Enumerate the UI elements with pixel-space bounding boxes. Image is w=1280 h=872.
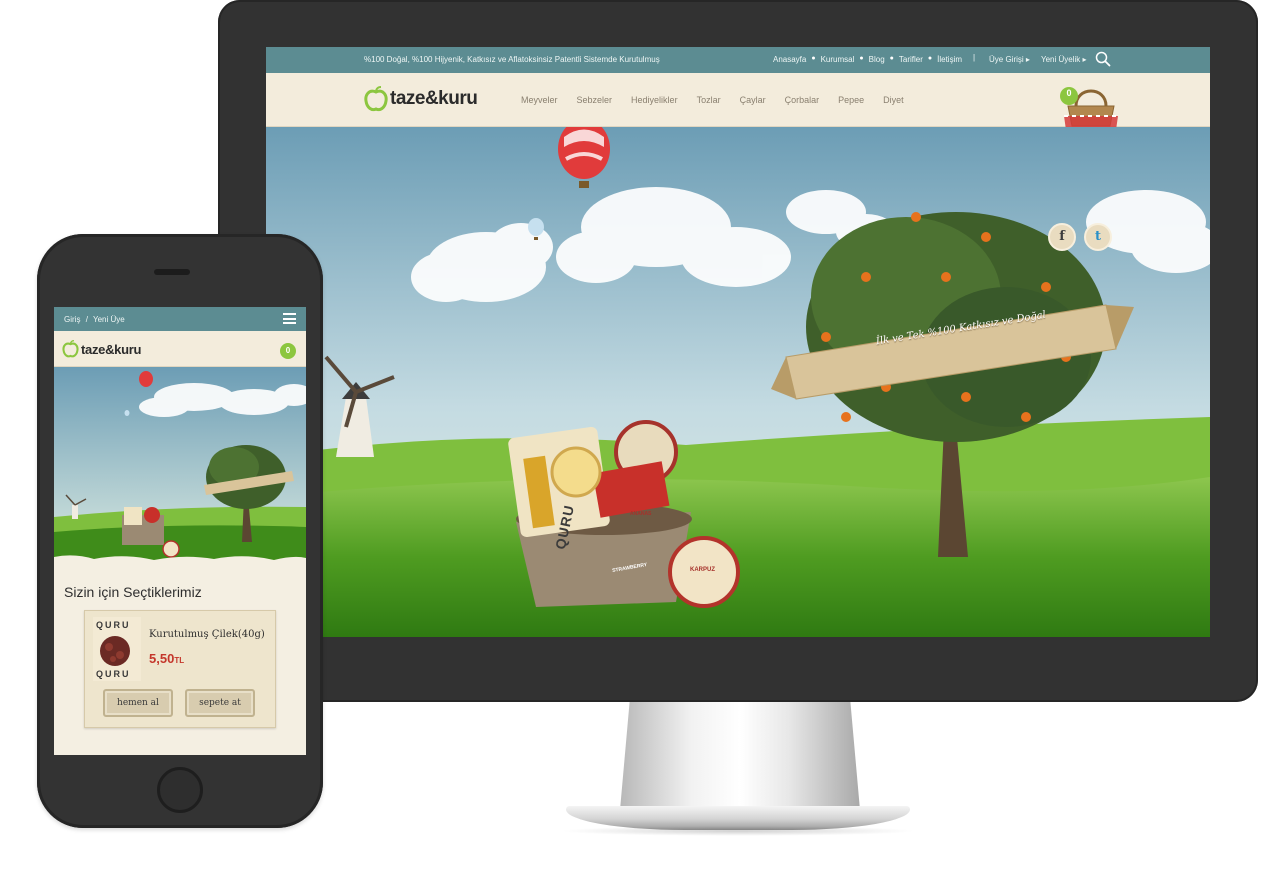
mobile-logo[interactable]: taze&kuru [62,340,141,358]
search-icon[interactable] [1095,51,1111,67]
facebook-button[interactable]: f [1048,223,1076,251]
desktop-header: taze&kuru Meyveler Sebzeler Hediyelikler… [266,73,1210,130]
menu-caylar[interactable]: Çaylar [740,95,766,105]
nav-dot: ● [927,55,933,62]
mobile-cart-count[interactable]: 0 [280,343,296,359]
hero-landscape [266,127,1210,637]
phone-speaker [154,269,190,275]
nav-dot: ● [859,55,864,62]
desktop-screen: %100 Doğal, %100 Hijyenik, Katkısız ve A… [266,47,1210,637]
mobile-screen: Giriş / Yeni Üye taze&kuru 0 Sizin için … [54,307,306,755]
mobile-logo-text: taze&kuru [81,341,142,357]
menu-pepee[interactable]: Pepee [838,95,864,105]
menu-hediyelikler[interactable]: Hediyelikler [631,95,678,105]
hamburger-menu-icon[interactable] [283,313,296,324]
top-nav-kurumsal[interactable]: Kurumsal [821,55,855,64]
logo[interactable]: taze&kuru [364,86,478,112]
menu-tozlar[interactable]: Tozlar [697,95,721,105]
menu-meyveler[interactable]: Meyveler [521,95,558,105]
ananas-label: ANANAS [630,511,652,517]
mobile-hero [54,367,306,565]
mobile-hero-landscape [54,367,306,565]
product-brand-bottom: QURU [96,669,131,679]
cart-count: 0 [1066,88,1072,98]
monitor-shadow [560,826,916,836]
main-menu: Meyveler Sebzeler Hediyelikler Tozlar Ça… [521,95,923,105]
hero-banner: f t İlk ve Tek %100 Katkısız ve Doğal QU… [266,127,1210,637]
top-nav-tarifler[interactable]: Tarifler [899,55,923,64]
product-price-main: 5,50 [149,651,175,666]
mobile-login-links: Giriş / Yeni Üye [64,315,125,324]
tagline: %100 Doğal, %100 Hijyenik, Katkısız ve A… [364,55,660,64]
product-brand-top: QURU [96,620,131,630]
nav-dot: ● [889,55,894,62]
product-name[interactable]: Kurutulmuş Çilek(40g) [149,629,265,640]
desktop-top-bar: %100 Doğal, %100 Hijyenik, Katkısız ve A… [266,47,1210,73]
cart-basket[interactable]: 0 [1058,76,1124,130]
featured-section-title: Sizin için Seçtiklerimiz [64,584,202,600]
mobile-login-separator: / [85,315,88,324]
phone-home-button[interactable] [157,767,203,813]
product-price: 5,50TL [149,651,184,666]
twitter-button[interactable]: t [1084,223,1112,251]
top-nav-anasayfa[interactable]: Anasayfa [773,55,806,64]
mobile-top-bar: Giriş / Yeni Üye [54,307,306,331]
buy-now-button[interactable]: hemen al [103,689,173,717]
mobile-header: taze&kuru 0 [54,331,306,367]
product-price-currency: TL [174,656,185,665]
menu-diyet[interactable]: Diyet [883,95,904,105]
facebook-icon: f [1059,229,1065,244]
apple-logo-icon [62,340,79,358]
add-to-cart-button[interactable]: sepete at [185,689,255,717]
member-login-link[interactable]: Üye Girişi ▸ [989,55,1030,64]
logo-text: taze&kuru [390,88,478,109]
nav-dot: ● [811,55,816,62]
top-nav-blog[interactable]: Blog [869,55,885,64]
karpuz-label: KARPUZ [690,567,715,573]
twitter-icon: t [1094,229,1101,244]
top-nav: Anasayfa ● Kurumsal ● Blog ● Tarifler ● … [768,55,967,64]
new-member-link[interactable]: Yeni Üyelik ▸ [1041,55,1087,64]
top-nav-separator: | [973,53,976,62]
product-image: QURU QURU [93,617,141,681]
menu-sebzeler[interactable]: Sebzeler [577,95,613,105]
top-nav-iletisim[interactable]: İletişim [937,55,962,64]
menu-corbalar[interactable]: Çorbalar [785,95,820,105]
basket-icon [1060,87,1118,130]
mobile-login-link[interactable]: Giriş [64,315,80,324]
mobile-new-member-link[interactable]: Yeni Üye [93,315,125,324]
monitor-stand [620,702,860,810]
product-card[interactable]: QURU QURU Kurutulmuş Çilek(40g) 5,50TL h… [84,610,276,728]
apple-logo-icon [364,86,388,112]
